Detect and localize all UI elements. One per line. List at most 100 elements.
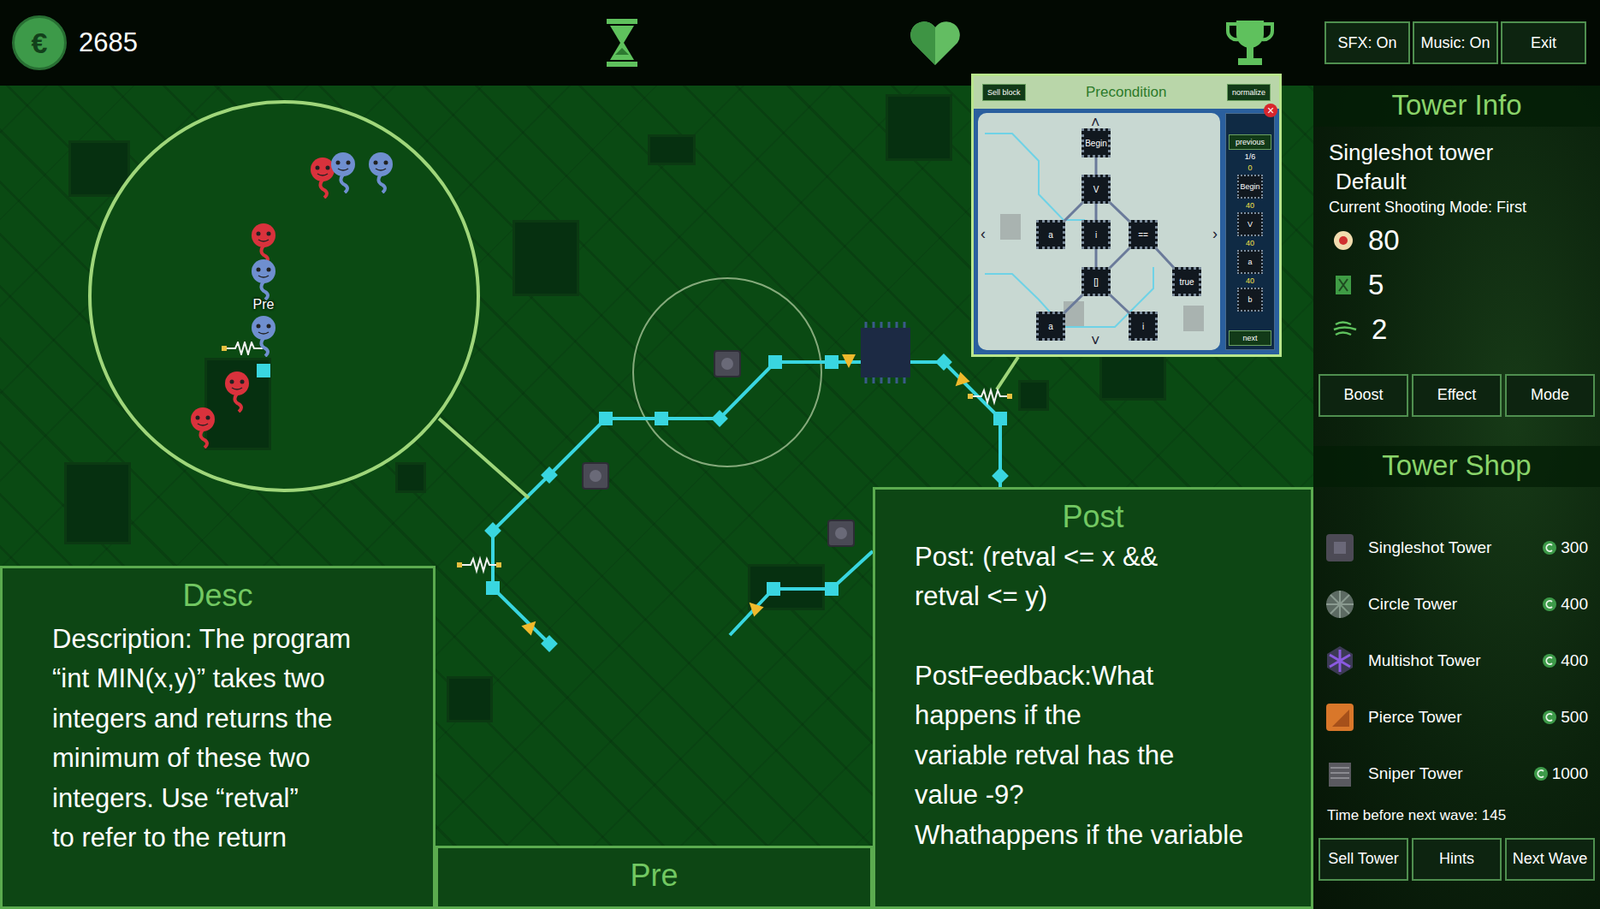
circuit-chip — [888, 96, 950, 159]
circuit-chip — [1020, 382, 1047, 409]
tower-info-header: Tower Info — [1313, 85, 1600, 127]
game-screen: € 2685 SFX: OnMusic: OnExit Pre Desc Des… — [0, 0, 1600, 909]
tower-stat: 2 — [1328, 307, 1585, 352]
ghost-icon — [246, 221, 281, 265]
tower-action-button[interactable]: Mode — [1505, 373, 1595, 417]
block-count: 40 — [1245, 238, 1255, 248]
precondition-panel: Pre — [435, 845, 873, 909]
coin-icon: € — [11, 15, 67, 71]
shop-item[interactable]: Singleshot Tower 300 — [1313, 519, 1600, 576]
speed-icon — [1332, 318, 1358, 341]
editor-title: Precondition — [1085, 83, 1168, 101]
price: 400 — [1541, 594, 1589, 614]
logic-block[interactable]: [] — [1081, 266, 1111, 297]
settings-button[interactable]: SFX: On — [1324, 21, 1411, 65]
panel-text: Post: (retval <= x &&retval <= y)PostFee… — [875, 533, 1311, 856]
enemy[interactable] — [185, 405, 220, 449]
enemy[interactable] — [219, 369, 255, 413]
circuit-chip — [397, 464, 424, 491]
tower-action-button[interactable]: Effect — [1411, 373, 1502, 417]
logic-block[interactable]: i — [1128, 311, 1158, 341]
enemy[interactable] — [363, 150, 398, 194]
direction-arrow-icon — [841, 354, 856, 368]
shop-item[interactable]: Sniper Tower 1000 — [1313, 745, 1600, 802]
logic-block[interactable]: true — [1172, 266, 1202, 297]
circuit-chip — [449, 678, 491, 720]
shop-item[interactable]: Multishot Tower 400 — [1313, 632, 1600, 689]
logic-block[interactable]: a — [1036, 311, 1066, 341]
block-slot — [1183, 305, 1204, 332]
tower-actions: BoostEffectMode — [1313, 373, 1600, 417]
logic-block[interactable]: a — [1036, 219, 1066, 249]
logic-block[interactable]: i — [1081, 219, 1111, 249]
settings-button[interactable]: Exit — [1500, 21, 1587, 65]
circuit-chip — [650, 136, 694, 163]
sniper-tower-icon — [1323, 757, 1357, 790]
logic-block[interactable]: V — [1081, 174, 1111, 204]
ghost-icon — [246, 257, 281, 301]
tower-variant: Default — [1328, 167, 1585, 197]
next-button[interactable]: next — [1228, 330, 1272, 346]
circuit-chip — [1102, 356, 1164, 398]
tower[interactable] — [828, 520, 854, 546]
path-node — [598, 411, 613, 426]
settings-button[interactable]: Music: On — [1412, 21, 1499, 65]
zap-trap-icon — [456, 558, 502, 571]
coin-amount: 2685 — [78, 27, 138, 59]
tower-range — [633, 278, 822, 467]
block-graph[interactable]: BeginVai==[]trueai ‹ › ˄ ˅ — [977, 112, 1221, 350]
path-node — [824, 581, 839, 596]
tower-shop: Singleshot Tower 300 Circle Tower 400 Mu… — [1313, 486, 1600, 802]
coin-counter: € 2685 — [0, 15, 337, 71]
popup-pointer — [996, 356, 1019, 390]
direction-arrow-icon — [521, 616, 541, 636]
sidebar: Tower Info Singleshot tower Default Curr… — [1313, 85, 1600, 909]
coin-icon — [1533, 765, 1549, 782]
game-action-button[interactable]: Hints — [1411, 837, 1502, 881]
palette-block[interactable]: Begin — [1237, 174, 1263, 199]
shop-item[interactable]: Circle Tower 400 — [1313, 575, 1600, 633]
tower-shop-header: Tower Shop — [1313, 445, 1600, 487]
coin-icon — [1541, 652, 1558, 669]
scroll-left[interactable]: ‹ — [980, 225, 986, 242]
logic-block[interactable]: == — [1128, 219, 1158, 249]
path-node — [766, 581, 781, 596]
tower[interactable] — [714, 350, 741, 377]
palette-block[interactable]: V — [1237, 212, 1263, 237]
shop-item[interactable]: Pierce Tower 500 — [1313, 688, 1600, 746]
damage-icon — [1332, 229, 1355, 252]
logic-block[interactable]: Begin — [1081, 128, 1111, 158]
palette-block[interactable]: b — [1237, 287, 1263, 312]
pierce-tower-icon — [1323, 700, 1357, 734]
previous-button[interactable]: previous — [1228, 134, 1272, 150]
price: 1000 — [1533, 764, 1589, 783]
cooldown-icon — [1332, 273, 1355, 297]
shooting-mode: Current Shooting Mode: First — [1328, 196, 1585, 219]
scroll-right[interactable]: › — [1212, 225, 1218, 242]
normalize-button[interactable]: normalize — [1226, 83, 1271, 101]
top-bar: € 2685 SFX: OnMusic: OnExit — [0, 0, 1600, 86]
close-button[interactable]: × — [1263, 103, 1278, 118]
path-node — [824, 355, 839, 369]
enemy[interactable] — [246, 221, 281, 265]
coin-icon — [1541, 709, 1558, 725]
game-action-button[interactable]: Sell Tower — [1318, 837, 1409, 881]
editor-body: BeginVai==[]trueai ‹ › ˄ ˅ previous 1/6 … — [973, 108, 1280, 355]
enemy-label: Pre — [253, 296, 275, 313]
scroll-down[interactable]: ˅ — [1090, 332, 1101, 349]
path-node — [991, 467, 1009, 485]
ghost-icon — [246, 314, 281, 357]
ghost-icon — [219, 369, 255, 413]
sell-block-button[interactable]: Sell block — [982, 83, 1026, 101]
tower-action-button[interactable]: Boost — [1318, 373, 1409, 417]
enemy[interactable]: Pre — [246, 257, 281, 301]
enemy[interactable] — [246, 314, 281, 357]
palette-block[interactable]: a — [1237, 249, 1263, 274]
scroll-up[interactable]: ˄ — [1090, 114, 1101, 131]
game-action-button[interactable]: Next Wave — [1505, 837, 1595, 881]
enemy[interactable] — [325, 150, 361, 194]
tower[interactable] — [582, 462, 609, 489]
block-palette: previous 1/6 0Begin40V40a40b next — [1225, 112, 1275, 350]
path-node — [540, 634, 558, 652]
tower-stat: 5 — [1328, 262, 1585, 308]
